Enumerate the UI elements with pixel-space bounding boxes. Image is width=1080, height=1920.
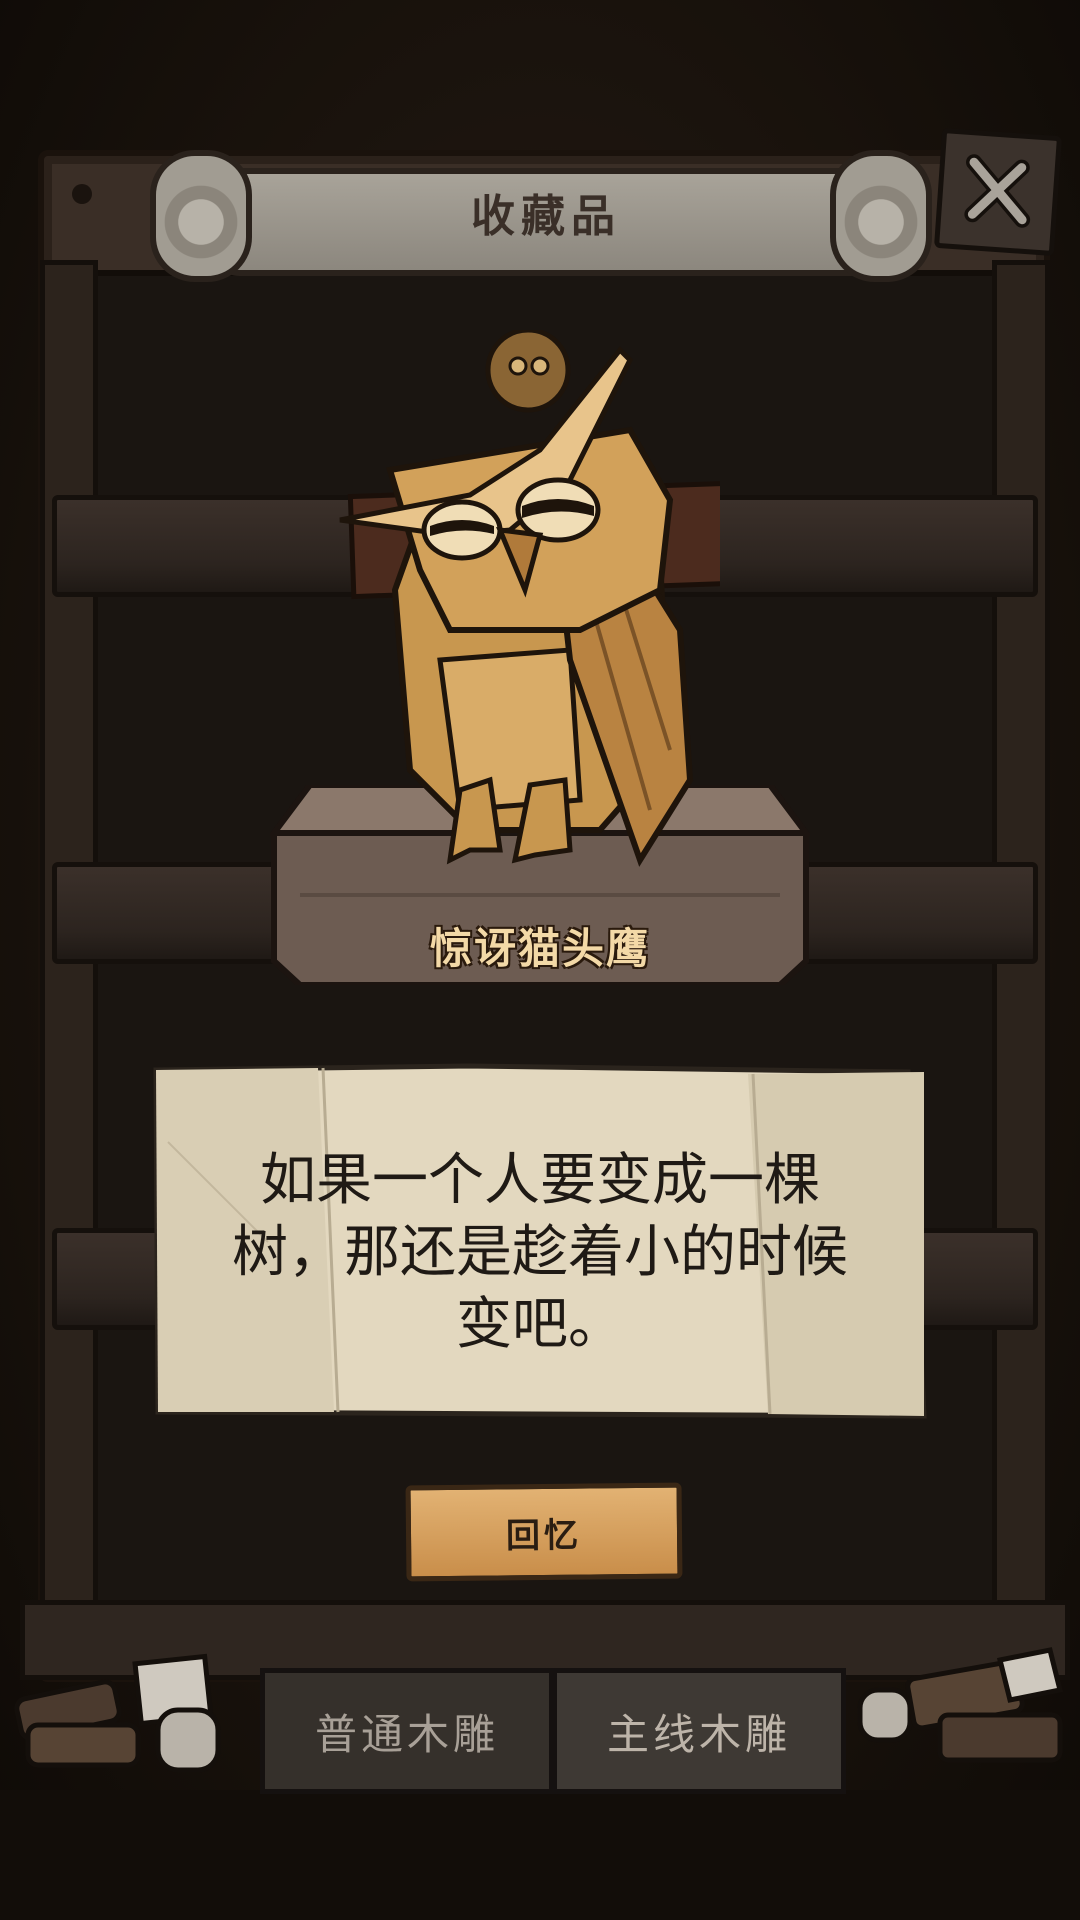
tab-normal-carvings[interactable]: 普通木雕: [260, 1668, 554, 1794]
wood-debris-right: [857, 1647, 1064, 1763]
page-title: 收藏品: [471, 191, 621, 242]
owl-statue: [339, 330, 720, 867]
recall-button[interactable]: 回忆: [405, 1482, 683, 1582]
collectible-description: 如果一个人要变成一棵树，那还是趁着小的时候变吧。: [232, 1148, 848, 1357]
close-button[interactable]: [933, 127, 1063, 257]
small-owl-figure: [485, 330, 571, 413]
bottom-bar: [0, 1790, 1080, 1920]
collectible-name: 惊讶猫头鹰: [429, 924, 650, 973]
tab-main-story-carvings[interactable]: 主线木雕: [552, 1668, 846, 1794]
wood-debris-left: [14, 1653, 221, 1773]
nail: [72, 184, 92, 204]
close-x-icon: [964, 154, 1031, 228]
